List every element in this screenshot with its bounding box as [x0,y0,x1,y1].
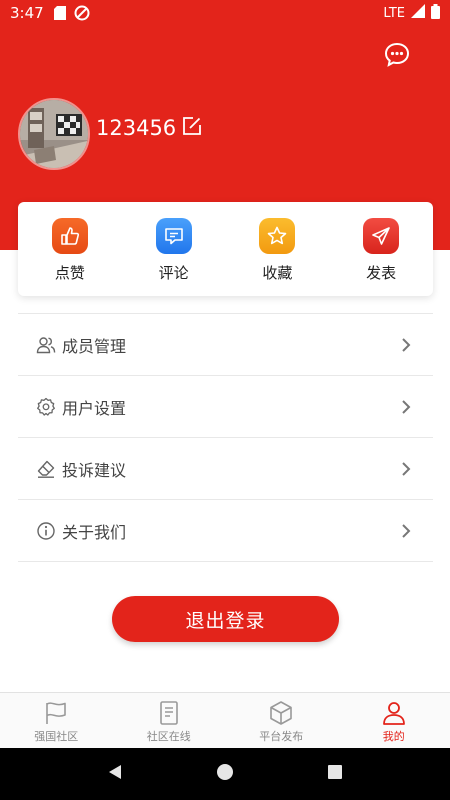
document-icon [155,699,183,727]
action-like[interactable]: 点赞 [18,202,122,296]
network-label: LTE [383,5,405,21]
user-icon [380,699,408,727]
chevron-right-icon [401,399,411,415]
paper-plane-icon [363,218,400,254]
menu-item-feedback[interactable]: 投诉建议 [18,438,433,500]
menu-item-members-label: 成员管理 [62,336,127,356]
menu-item-user-settings-label: 用户设置 [62,398,127,418]
avatar[interactable] [18,98,90,170]
members-icon [36,335,56,355]
tab-online-label: 社区在线 [146,730,191,743]
action-like-label: 点赞 [54,264,85,282]
sd-card-icon [53,6,66,20]
tab-online[interactable]: 社区在线 [113,693,226,748]
menu-list: 成员管理 用户设置 投诉建议 关于我们 [18,313,433,562]
action-favorite[interactable]: 收藏 [226,202,330,296]
action-card: 点赞 评论 收藏 发表 [18,202,433,296]
tab-mine-label: 我的 [382,730,405,743]
tab-community-label: 强国社区 [34,730,79,743]
tab-publish[interactable]: 平台发布 [225,693,338,748]
comment-icon [155,218,192,254]
tab-community[interactable]: 强国社区 [0,693,113,748]
eraser-icon [36,459,56,479]
chevron-right-icon [401,337,411,353]
action-publish-label: 发表 [366,264,397,282]
menu-item-about-label: 关于我们 [62,522,127,542]
chevron-right-icon [401,523,411,539]
action-favorite-label: 收藏 [262,264,293,282]
action-comment-label: 评论 [158,264,189,282]
chevron-right-icon [401,461,411,477]
tab-mine[interactable]: 我的 [338,693,450,748]
star-icon [259,218,296,254]
chat-bubble-icon[interactable] [384,42,410,68]
battery-icon [431,3,440,23]
flag-icon [42,699,70,727]
menu-item-user-settings[interactable]: 用户设置 [18,376,433,438]
system-nav-bar [0,748,450,800]
username: 123456 [96,116,177,140]
back-icon[interactable] [106,763,124,785]
info-icon [36,521,56,541]
gear-icon [36,397,56,417]
action-publish[interactable]: 发表 [329,202,433,296]
menu-item-about[interactable]: 关于我们 [18,500,433,562]
signal-icon [411,4,425,22]
profile-section: 123456 [18,98,202,170]
cube-icon [267,699,295,727]
action-comment[interactable]: 评论 [122,202,226,296]
recents-icon[interactable] [326,763,344,785]
thumbs-up-icon [51,218,88,254]
bottom-tab-bar: 强国社区 社区在线 平台发布 我的 [0,692,450,748]
edit-icon[interactable] [182,116,202,136]
menu-item-feedback-label: 投诉建议 [62,460,127,480]
do-not-disturb-icon [74,5,90,21]
logout-button[interactable]: 退出登录 [112,596,339,642]
status-bar: 3:47 LTE [0,0,450,26]
tab-publish-label: 平台发布 [259,730,304,743]
status-time: 3:47 [10,4,44,22]
home-icon[interactable] [216,763,234,785]
menu-item-members[interactable]: 成员管理 [18,314,433,376]
